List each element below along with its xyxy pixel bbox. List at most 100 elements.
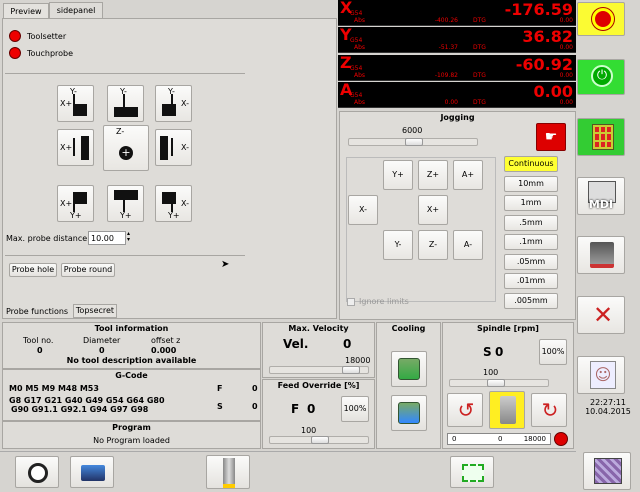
feed-slider-knob[interactable] — [311, 436, 329, 444]
exit-icon — [594, 458, 622, 484]
dro-abs-label: Abs — [354, 44, 366, 51]
cursor-pointer-icon: ➤ — [221, 259, 230, 270]
divider — [5, 255, 245, 256]
jog-y-plus-button[interactable]: Y+ — [383, 160, 413, 190]
probe-arrow-icon — [171, 94, 173, 112]
manual-mode-button[interactable] — [577, 118, 625, 156]
dro-dtg-label: DTG — [473, 44, 486, 51]
dro-dtg-label: DTG — [473, 17, 486, 24]
probe-hole-label: Probe hole — [11, 265, 55, 274]
increment-6-button[interactable]: .05mm — [504, 253, 558, 270]
probe-button-4[interactable]: X+ — [57, 129, 94, 166]
jog-x-plus-button[interactable]: X+ — [418, 195, 448, 225]
probe-button-8[interactable]: Y+ — [107, 185, 144, 222]
jog-y-minus-button[interactable]: Y- — [383, 230, 413, 260]
max-probe-distance-label: Max. probe distance — [6, 234, 88, 243]
tool-change-button[interactable] — [206, 455, 250, 489]
mist-button[interactable] — [391, 351, 427, 387]
gcode-f-value: 0 — [252, 384, 258, 393]
jog-x-minus-button[interactable]: X- — [348, 195, 378, 225]
spindle-100-button[interactable]: 100% — [539, 339, 567, 365]
power-button[interactable]: ⏻ — [577, 59, 625, 95]
flood-button[interactable] — [391, 395, 427, 431]
max-probe-distance-input[interactable]: 10.00 — [88, 231, 126, 245]
increment-3-button[interactable]: 1mm — [504, 195, 558, 211]
spindle-stop-button[interactable] — [489, 391, 525, 429]
probe-arrow-icon — [171, 138, 173, 156]
dro-dtg-label: DTG — [473, 72, 486, 79]
probe-button-1[interactable]: Y- X+ — [57, 85, 94, 122]
settings-button[interactable]: ✕ — [577, 296, 625, 334]
feed-100-button[interactable]: 100% — [341, 396, 369, 422]
user-button[interactable]: ☺ — [577, 356, 625, 394]
jog-speed-slider-knob[interactable] — [405, 138, 423, 146]
increment-7-button[interactable]: .01mm — [504, 273, 558, 289]
feed-slider[interactable] — [269, 436, 369, 444]
spindle-ccw-button[interactable]: ↺ — [447, 393, 483, 427]
gcode-f-label: F — [217, 384, 223, 393]
jog-z-plus-button[interactable]: Z+ — [418, 160, 448, 190]
probe-button-5[interactable]: Z- + — [103, 125, 149, 171]
probe-arrow-icon — [73, 138, 75, 156]
probe-tool-button[interactable] — [15, 456, 59, 488]
user-icon: ☺ — [590, 361, 616, 389]
probe-functions-label: Probe functions — [6, 307, 69, 316]
gcode-line-3: G90 G91.1 G92.1 G94 G97 G98 — [11, 405, 149, 414]
dro-axis-x[interactable]: X G54 -176.59 Abs -400.26 DTG 0.00 — [338, 0, 576, 26]
tab-topsecret[interactable]: Topsecret — [73, 304, 117, 318]
tool-info-title: Tool information — [94, 324, 169, 333]
jog-a-minus-button[interactable]: A- — [453, 230, 483, 260]
probe-workpiece-icon — [160, 136, 168, 160]
spinner-arrows-icon[interactable]: ▴ ▾ — [127, 231, 130, 243]
increment-2-button[interactable]: 10mm — [504, 175, 558, 192]
increment-5-button[interactable]: .1mm — [504, 234, 558, 250]
jog-speed-button[interactable]: ☛ — [536, 123, 566, 151]
dro-axis-z[interactable]: Z G54 -60.92 Abs -109.82 DTG 0.00 — [338, 53, 576, 81]
fullscreen-button[interactable] — [450, 456, 494, 488]
dro-axis-y[interactable]: Y G54 36.82 Abs -51.37 DTG 0.00 — [338, 25, 576, 53]
clock-time: 22:27:11 — [590, 398, 626, 407]
dro-dtg-value: 0.00 — [559, 17, 573, 24]
probe-button-2[interactable]: Y- — [107, 85, 144, 122]
velocity-slider-knob[interactable] — [342, 366, 360, 374]
probe-button-7[interactable]: X+ Y+ — [57, 185, 94, 222]
spindle-cw-button[interactable]: ↻ — [531, 393, 567, 427]
cnc-machine-icon — [590, 242, 614, 268]
mdi-button[interactable]: MDI — [577, 177, 625, 215]
program-panel: Program No Program loaded — [2, 421, 261, 449]
auto-mode-button[interactable] — [577, 236, 625, 274]
probe-button-9[interactable]: X- Y+ — [155, 185, 192, 222]
probe-button-6[interactable]: X- — [155, 129, 192, 166]
spindle-slider[interactable] — [449, 379, 549, 387]
increment-8-button[interactable]: .005mm — [504, 292, 558, 309]
jog-a-plus-button[interactable]: A+ — [453, 160, 483, 190]
feed-100-label: 100% — [343, 404, 367, 413]
tab-sidepanel[interactable]: sidepanel — [49, 2, 103, 19]
exit-button[interactable] — [583, 452, 631, 490]
spindle-100-label: 100% — [541, 347, 565, 356]
jog-speed-slider[interactable] — [348, 138, 478, 146]
tool-length-button[interactable] — [70, 456, 114, 488]
probe-workpiece-icon — [73, 192, 87, 204]
toolsetter-label: Toolsetter — [27, 32, 67, 41]
jog-speed-label: 6000 — [402, 126, 423, 135]
velocity-slider[interactable] — [269, 366, 369, 374]
probe-button-3[interactable]: Y- X- — [155, 85, 192, 122]
probe-hole-button[interactable]: Probe hole — [9, 263, 57, 277]
spindle-slider-knob[interactable] — [487, 379, 505, 387]
probe-axis-label: X- — [181, 99, 189, 108]
dro-axis-a[interactable]: A G54 0.00 Abs 0.00 DTG 0.00 — [338, 80, 576, 108]
probe-workpiece-icon — [162, 192, 176, 204]
increment-1-button[interactable]: Continuous — [504, 156, 558, 172]
probe-round-button[interactable]: Probe round — [61, 263, 115, 277]
power-icon: ⏻ — [591, 65, 613, 87]
feed-label: F — [291, 402, 300, 416]
increment-4-button[interactable]: .5mm — [504, 214, 558, 231]
mdi-label: MDI — [588, 198, 614, 211]
ignore-limits-checkbox[interactable] — [347, 298, 355, 306]
estop-button[interactable] — [577, 2, 625, 36]
clock-date: 10.04.2015 — [585, 407, 631, 416]
jog-z-minus-button[interactable]: Z- — [418, 230, 448, 260]
probe-arrow-icon — [123, 194, 125, 212]
tab-preview[interactable]: Preview — [3, 3, 49, 19]
